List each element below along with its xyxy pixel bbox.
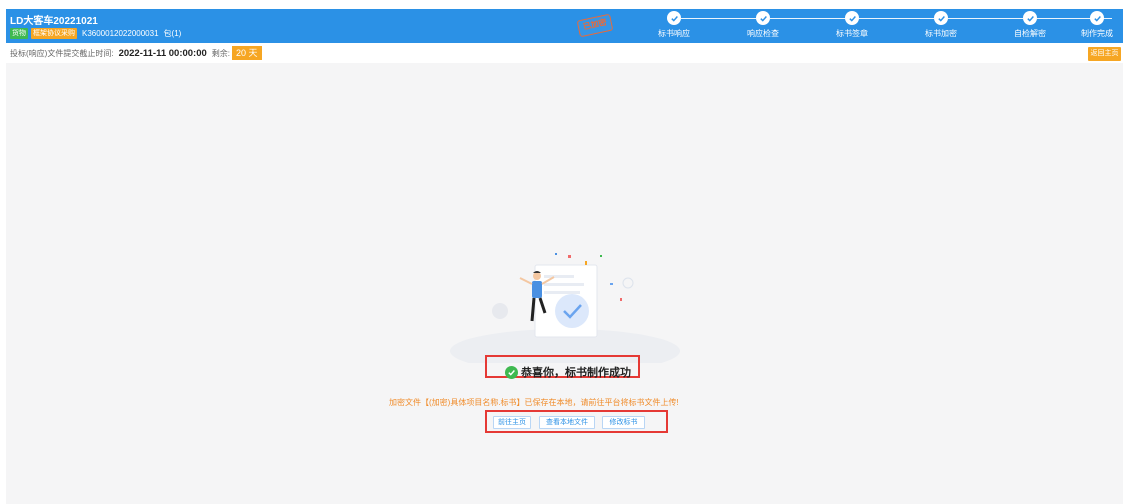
deadline-bar: 投标(响应)文件提交截止时间: 2022-11-11 00:00:00 剩余: … — [6, 43, 1123, 63]
step-bid-response[interactable]: 标书响应 — [644, 11, 704, 39]
step-label: 标书响应 — [658, 29, 690, 38]
remaining-days-badge: 20 天 — [232, 46, 262, 60]
step-self-check-decrypt[interactable]: 自检解密 — [1000, 11, 1060, 39]
return-home-button[interactable]: 返回主页 — [1088, 47, 1121, 61]
success-message: 恭喜你，标书制作成功 — [505, 364, 631, 380]
step-complete[interactable]: 制作完成 — [1067, 11, 1123, 39]
check-icon — [756, 11, 770, 25]
project-title: LD大客车20221021 — [10, 16, 98, 27]
view-local-file-button[interactable]: 查看本地文件 — [539, 416, 595, 429]
check-icon — [934, 11, 948, 25]
encrypted-stamp: 已加密 — [576, 13, 614, 38]
goods-tag: 货物 — [10, 27, 28, 39]
procurement-method-tag: 框架协议采购 — [31, 27, 77, 39]
go-home-button[interactable]: 前往主页 — [493, 416, 531, 429]
deadline-label: 投标(响应)文件提交截止时间: — [10, 48, 114, 58]
check-icon — [845, 11, 859, 25]
success-illustration — [450, 253, 680, 363]
step-bid-signature[interactable]: 标书签章 — [822, 11, 882, 39]
check-icon — [1023, 11, 1037, 25]
deadline-datetime: 2022-11-11 00:00:00 — [118, 47, 207, 59]
success-text: 恭喜你，标书制作成功 — [521, 367, 631, 379]
check-icon — [1090, 11, 1104, 25]
success-check-icon — [505, 365, 518, 379]
header-bar: LD大客车20221021 货物 框架协议采购 K360001202200003… — [6, 9, 1123, 43]
step-label: 标书加密 — [925, 29, 957, 38]
project-meta: 货物 框架协议采购 K3600012022000031 包(1) — [10, 27, 181, 39]
step-bid-encryption[interactable]: 标书加密 — [911, 11, 971, 39]
check-icon — [667, 11, 681, 25]
step-label: 自检解密 — [1014, 29, 1046, 38]
step-response-check[interactable]: 响应检查 — [733, 11, 793, 39]
save-notice: 加密文件【(加密)具体项目名称.标书】已保存在本地，请前往平台将标书文件上传! — [389, 398, 679, 407]
edit-bid-button[interactable]: 修改标书 — [602, 416, 645, 429]
package-label: 包(1) — [163, 28, 182, 38]
step-label: 标书签章 — [836, 29, 868, 38]
project-code: K3600012022000031 — [82, 28, 159, 38]
step-label: 制作完成 — [1081, 29, 1113, 38]
step-label: 响应检查 — [747, 29, 779, 38]
remaining-label: 剩余: — [211, 48, 231, 58]
